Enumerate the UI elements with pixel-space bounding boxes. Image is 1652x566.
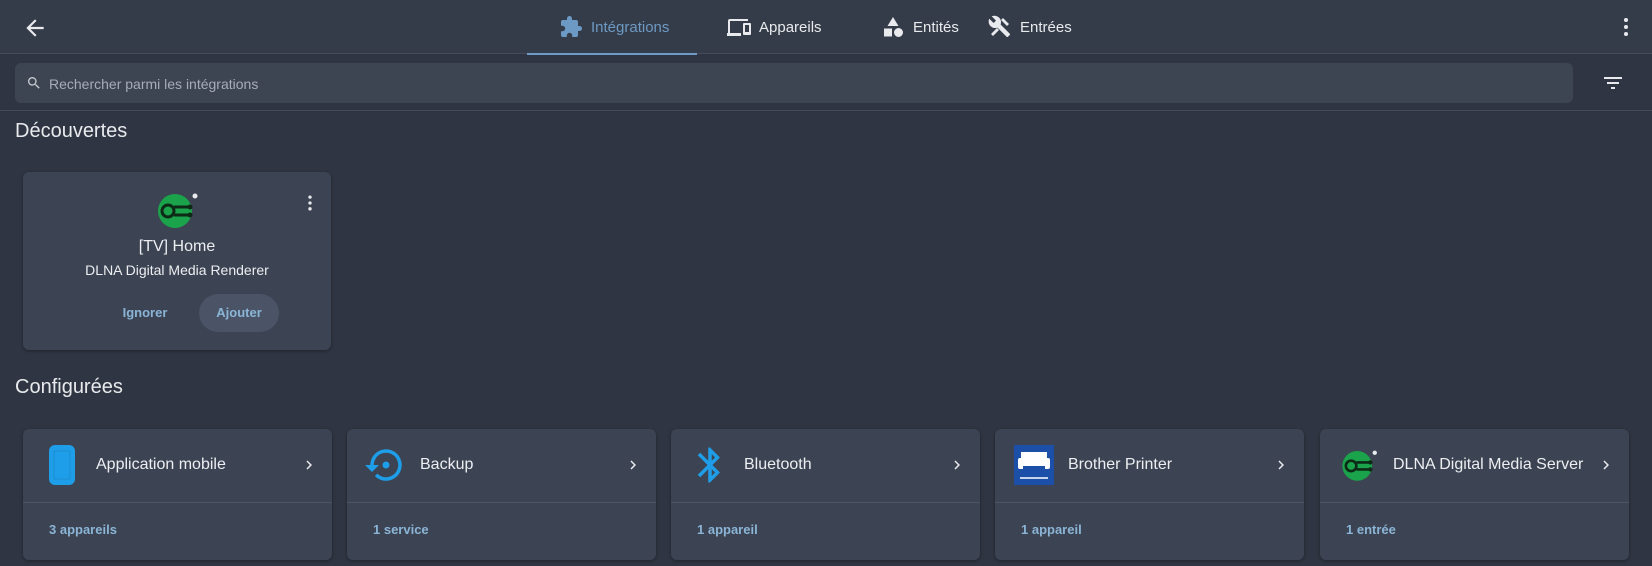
tab-entities[interactable]: Entités [853,0,988,54]
integration-card-mobile-app: Application mobile 3 appareils [23,429,332,560]
integration-link[interactable]: 1 appareil [697,522,758,537]
integration-card-header[interactable]: Application mobile [23,429,332,502]
chevron-right-icon [1603,460,1609,470]
tab-entities-label: Entités [913,18,959,36]
integration-name: Brother Printer [1068,456,1173,473]
integration-card-header[interactable]: Brother Printer [995,429,1304,502]
card-divider [23,502,332,503]
integration-card-brother-printer: Brother Printer 1 appareil [995,429,1304,560]
integration-card-header[interactable]: Bluetooth [671,429,980,502]
dlna-logo-icon [158,193,198,228]
top-app-bar: Intégrations Appareils Entités Entrées [0,0,1652,55]
discovered-card: [TV] Home DLNA Digital Media Renderer Ig… [23,172,331,350]
tab-inputs[interactable]: Entrées [988,0,1108,54]
search-bar [15,63,1573,105]
tab-integrations-label: Intégrations [591,18,670,36]
add-button[interactable]: Ajouter [199,294,279,332]
more-vertical-icon[interactable] [1614,15,1638,39]
integration-link[interactable]: 1 service [373,522,429,537]
integration-link[interactable]: 3 appareils [49,522,117,537]
dlna-logo-icon [1342,450,1377,481]
chevron-right-icon [954,460,960,470]
card-more-icon[interactable] [300,192,320,214]
integration-name: Backup [420,456,474,473]
phone-icon [49,445,75,485]
search-divider [0,110,1652,111]
card-divider [995,502,1304,503]
discovered-device-type: DLNA Digital Media Renderer [85,262,269,278]
integration-link[interactable]: 1 entrée [1346,522,1396,537]
search-input[interactable] [47,63,1551,105]
card-divider [347,502,656,503]
tab-devices[interactable]: Appareils [697,0,853,54]
bluetooth-icon [697,447,720,483]
integration-link[interactable]: 1 appareil [1021,522,1082,537]
integration-card-backup: Backup 1 service [347,429,656,560]
search-icon [27,77,40,89]
discovered-device-name: [TV] Home [138,238,216,255]
chevron-right-icon [630,460,636,470]
devices-icon [727,19,751,36]
card-divider [671,502,980,503]
brother-logo-icon [1014,445,1054,485]
integration-name: Application mobile [96,456,226,473]
integration-card-header[interactable]: Backup [347,429,656,502]
filter-icon[interactable] [1600,71,1626,95]
ignore-button[interactable]: Ignorer [105,294,185,332]
integration-name: DLNA Digital Media Server [1393,456,1584,473]
tab-inputs-label: Entrées [1020,18,1072,36]
chevron-right-icon [1278,460,1284,470]
shapes-icon [884,17,903,37]
back-arrow-icon[interactable] [22,15,48,41]
integration-card-dlna-server: DLNA Digital Media Server 1 entrée [1320,429,1629,560]
tab-integrations[interactable]: Intégrations [527,0,697,55]
chevron-right-icon [306,460,312,470]
integration-name: Bluetooth [744,456,812,473]
section-title-configured: Configurées [15,376,123,398]
puzzle-icon [561,16,582,37]
backup-restore-icon [365,449,402,481]
card-divider [1320,502,1629,503]
tools-icon [988,15,1011,38]
tab-devices-label: Appareils [759,18,822,36]
integration-card-header[interactable]: DLNA Digital Media Server [1320,429,1629,502]
tab-bar: Intégrations Appareils Entités Entrées [527,0,1108,55]
section-title-discovered: Découvertes [15,120,128,142]
integration-card-bluetooth: Bluetooth 1 appareil [671,429,980,560]
